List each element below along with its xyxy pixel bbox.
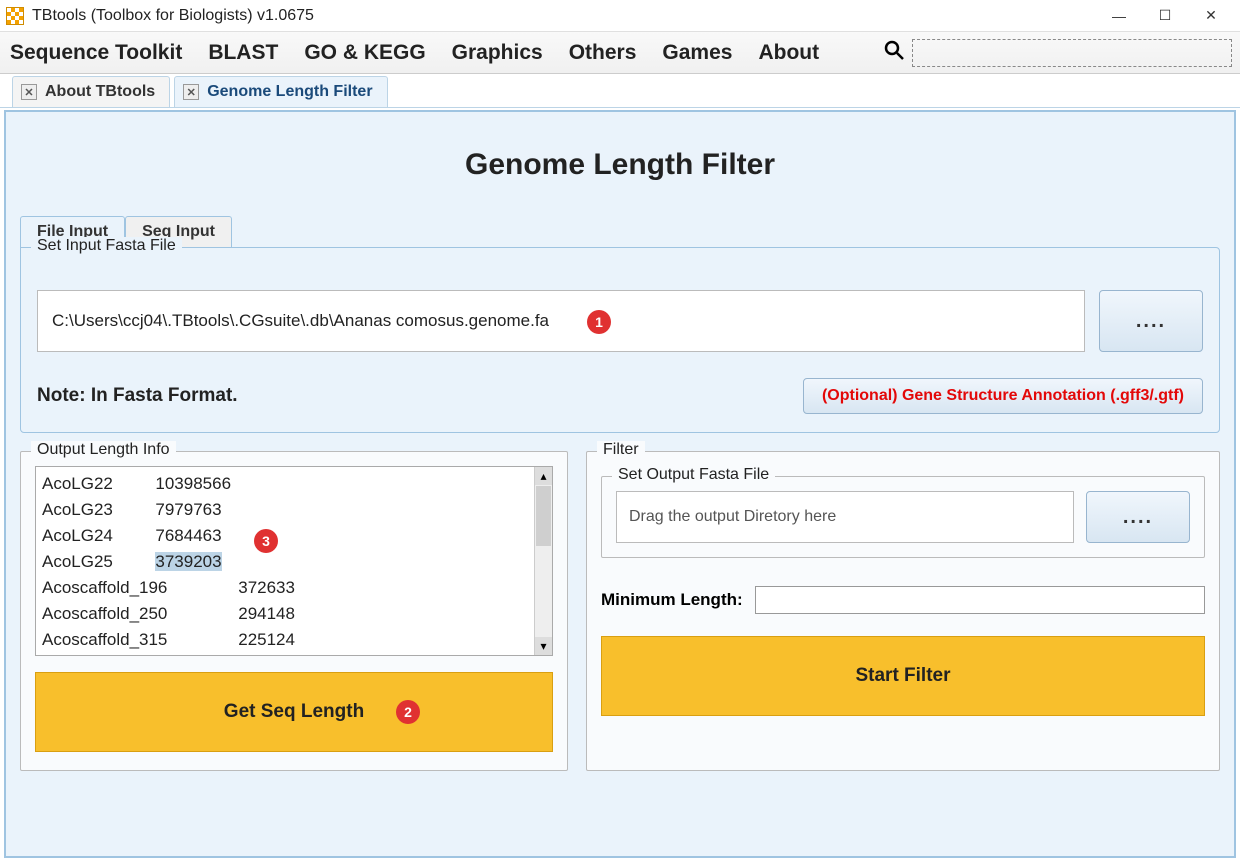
- button-label: Start Filter: [855, 665, 950, 687]
- menu-sequence-toolkit[interactable]: Sequence Toolkit: [8, 37, 184, 69]
- tab-label: Genome Length Filter: [207, 83, 372, 101]
- annotation-badge-1: 1: [587, 310, 611, 334]
- menu-blast[interactable]: BLAST: [206, 37, 280, 69]
- close-button[interactable]: ✕: [1188, 2, 1234, 30]
- panel-legend: Filter: [597, 441, 645, 459]
- minimum-length-input[interactable]: [755, 586, 1205, 614]
- search-input[interactable]: [912, 39, 1232, 67]
- placeholder-text: Drag the output Diretory here: [629, 508, 836, 525]
- scroll-up-icon[interactable]: ▴: [535, 467, 552, 485]
- browse-input-button[interactable]: ....: [1099, 290, 1203, 352]
- menu-graphics[interactable]: Graphics: [450, 37, 545, 69]
- list-item[interactable]: Acoscaffold_196 372633: [42, 575, 528, 601]
- output-fasta-fieldset: Set Output Fasta File Drag the output Di…: [601, 476, 1205, 558]
- start-filter-button[interactable]: Start Filter: [601, 636, 1205, 716]
- output-length-panel: Output Length Info AcoLG22 10398566AcoLG…: [20, 451, 568, 771]
- browse-output-button[interactable]: ....: [1086, 491, 1190, 543]
- fasta-format-note: Note: In Fasta Format.: [37, 385, 238, 407]
- input-fasta-path[interactable]: C:\Users\ccj04\.TBtools\.CGsuite\.db\Ana…: [37, 290, 1085, 352]
- fieldset-legend: Set Input Fasta File: [31, 237, 182, 255]
- annotation-badge-3: 3: [254, 529, 278, 553]
- title-bar: TBtools (Toolbox for Biologists) v1.0675…: [0, 0, 1240, 32]
- minimize-button[interactable]: —: [1096, 2, 1142, 30]
- menu-go-kegg[interactable]: GO & KEGG: [302, 37, 427, 69]
- minimum-length-label: Minimum Length:: [601, 590, 743, 610]
- get-seq-length-button[interactable]: Get Seq Length 2: [35, 672, 553, 752]
- document-tabs: ✕ About TBtools ✕ Genome Length Filter: [0, 74, 1240, 108]
- list-item[interactable]: Acoscaffold_315 225124: [42, 627, 528, 653]
- maximize-button[interactable]: ☐: [1142, 2, 1188, 30]
- input-mode-tabs: File Input Seq Input: [20, 216, 1228, 247]
- fieldset-legend: Set Output Fasta File: [612, 466, 775, 484]
- app-icon: [6, 7, 24, 25]
- scroll-down-icon[interactable]: ▾: [535, 637, 552, 655]
- scrollbar[interactable]: ▴ ▾: [534, 467, 552, 655]
- menu-games[interactable]: Games: [660, 37, 734, 69]
- menu-bar: Sequence Toolkit BLAST GO & KEGG Graphic…: [0, 32, 1240, 74]
- menu-search-wrap: [884, 39, 1232, 67]
- button-label: Get Seq Length: [224, 701, 364, 723]
- list-item[interactable]: AcoLG25 3739203: [42, 549, 528, 575]
- page-title: Genome Length Filter: [12, 148, 1228, 182]
- tab-genome-length-filter[interactable]: ✕ Genome Length Filter: [174, 76, 387, 107]
- list-item[interactable]: AcoLG22 10398566: [42, 471, 528, 497]
- search-icon[interactable]: [884, 40, 904, 66]
- list-item[interactable]: AcoLG24 7684463: [42, 523, 528, 549]
- filter-panel: Filter Set Output Fasta File Drag the ou…: [586, 451, 1220, 771]
- menu-about[interactable]: About: [756, 37, 821, 69]
- scroll-thumb[interactable]: [536, 486, 551, 546]
- main-panel: Genome Length Filter File Input Seq Inpu…: [4, 110, 1236, 858]
- window-title: TBtools (Toolbox for Biologists) v1.0675: [32, 7, 1096, 25]
- gene-structure-annotation-button[interactable]: (Optional) Gene Structure Annotation (.g…: [803, 378, 1203, 414]
- annotation-badge-2: 2: [396, 700, 420, 724]
- input-path-text: C:\Users\ccj04\.TBtools\.CGsuite\.db\Ana…: [52, 311, 549, 330]
- close-icon[interactable]: ✕: [183, 84, 199, 100]
- input-fasta-fieldset: Set Input Fasta File C:\Users\ccj04\.TBt…: [20, 247, 1220, 433]
- window-controls: — ☐ ✕: [1096, 2, 1234, 30]
- menu-others[interactable]: Others: [567, 37, 639, 69]
- output-directory-input[interactable]: Drag the output Diretory here: [616, 491, 1074, 543]
- length-list[interactable]: AcoLG22 10398566AcoLG23 7979763AcoLG24 7…: [35, 466, 553, 656]
- tab-label: About TBtools: [45, 83, 155, 101]
- list-item[interactable]: Acoscaffold_250 294148: [42, 601, 528, 627]
- tab-about-tbtools[interactable]: ✕ About TBtools: [12, 76, 170, 107]
- close-icon[interactable]: ✕: [21, 84, 37, 100]
- panel-legend: Output Length Info: [31, 441, 176, 459]
- list-item[interactable]: AcoLG23 7979763: [42, 497, 528, 523]
